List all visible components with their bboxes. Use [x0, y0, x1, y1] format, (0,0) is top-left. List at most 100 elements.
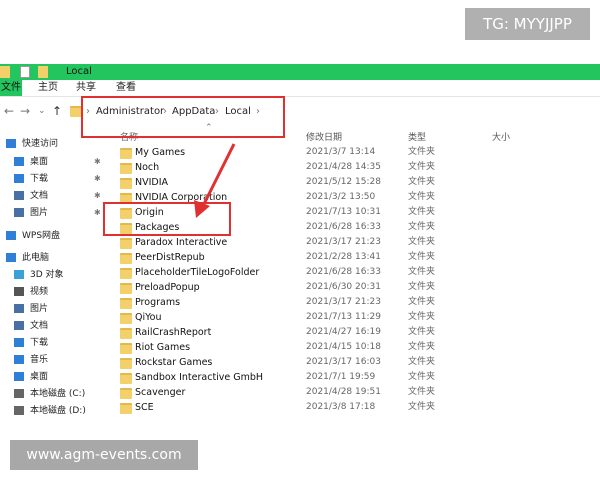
file-date: 2021/3/17 21:23	[306, 297, 381, 307]
file-type: 文件夹	[408, 372, 436, 382]
sidebar-item[interactable]: WPS网盘	[6, 228, 60, 244]
sidebar-item[interactable]: 下载	[14, 335, 48, 351]
tab-home[interactable]: 主页	[34, 80, 62, 96]
file-date: 2021/2/28 13:41	[306, 252, 381, 262]
sidebar-item[interactable]: 文档	[14, 318, 48, 334]
folder-icon	[120, 388, 132, 399]
title-bar: Local	[0, 64, 600, 80]
sidebar-item[interactable]: 桌面	[14, 154, 48, 170]
sidebar-item-label: 快速访问	[22, 139, 59, 149]
sidebar-item[interactable]: 图片	[14, 301, 48, 317]
file-name: Programs	[135, 297, 181, 308]
document-icon	[14, 321, 24, 330]
file-name: QiYou	[135, 312, 162, 323]
document-icon	[14, 191, 24, 200]
file-date: 2021/6/30 20:31	[306, 282, 381, 292]
file-row[interactable]: Paradox Interactive 2021/3/17 21:23 文件夹	[118, 235, 498, 250]
forward-arrow-icon[interactable]: →	[20, 104, 30, 118]
file-name: Riot Games	[135, 342, 191, 353]
sidebar-item[interactable]: 音乐	[14, 352, 48, 368]
file-row[interactable]: RailCrashReport 2021/4/27 16:19 文件夹	[118, 325, 498, 340]
file-row[interactable]: Rockstar Games 2021/3/17 16:03 文件夹	[118, 355, 498, 370]
file-row[interactable]: PlaceholderTileLogoFolder 2021/6/28 16:33…	[118, 265, 498, 280]
sidebar-item[interactable]: 3D 对象	[14, 267, 64, 283]
file-row[interactable]: PeerDistRepub 2021/2/28 13:41 文件夹	[118, 250, 498, 265]
sidebar-item-label: 文档	[30, 321, 49, 331]
download-icon	[14, 338, 24, 347]
recent-dropdown-icon[interactable]: ⌄	[38, 106, 46, 116]
sidebar-item-label: 桌面	[30, 372, 49, 382]
folder-icon	[38, 66, 48, 78]
file-date: 2021/5/12 15:28	[306, 177, 381, 187]
file-name: Scavenger	[135, 387, 186, 398]
file-type: 文件夹	[408, 327, 436, 337]
pin-icon: ✱	[94, 191, 101, 200]
file-row[interactable]: My Games 2021/3/7 13:14 文件夹	[118, 145, 498, 160]
file-name: PlaceholderTileLogoFolder	[135, 267, 260, 278]
column-date-header[interactable]: 修改日期	[306, 130, 342, 143]
sidebar-item-label: 3D 对象	[30, 270, 64, 280]
file-date: 2021/3/17 16:03	[306, 357, 381, 367]
watermark-top: TG: MYYJJPP	[465, 8, 590, 40]
file-row[interactable]: Scavenger 2021/4/28 19:51 文件夹	[118, 385, 498, 400]
folder-icon	[120, 178, 132, 189]
sidebar-item[interactable]: 文档	[14, 188, 48, 204]
sidebar-item[interactable]: 本地磁盘 (C:)	[14, 386, 85, 402]
file-type: 文件夹	[408, 387, 436, 397]
sidebar-item-label: 下载	[30, 338, 49, 348]
column-type-header[interactable]: 类型	[408, 130, 426, 143]
file-name: Paradox Interactive	[135, 237, 228, 248]
file-row[interactable]: Programs 2021/3/17 21:23 文件夹	[118, 295, 498, 310]
picture-icon	[14, 304, 24, 313]
column-size-header[interactable]: 大小	[492, 130, 510, 143]
folder-icon	[120, 298, 132, 309]
sidebar-item-label: WPS网盘	[22, 231, 61, 241]
sidebar-item[interactable]: 此电脑	[6, 250, 49, 266]
up-arrow-icon[interactable]: ↑	[52, 104, 62, 118]
file-row[interactable]: SCE 2021/3/8 17:18 文件夹	[118, 400, 498, 415]
sidebar-item[interactable]: 桌面	[14, 369, 48, 385]
file-row[interactable]: QiYou 2021/7/13 11:29 文件夹	[118, 310, 498, 325]
file-name: My Games	[135, 147, 186, 158]
sidebar-item-label: 本地磁盘 (C:)	[30, 389, 86, 399]
desktop-icon	[14, 372, 24, 381]
folder-icon	[120, 403, 132, 414]
sidebar-item-label: 图片	[30, 304, 49, 314]
tab-share[interactable]: 共享	[72, 80, 100, 96]
file-date: 2021/4/15 10:18	[306, 342, 381, 352]
file-type: 文件夹	[408, 147, 436, 157]
sidebar-item[interactable]: 视频	[14, 284, 48, 300]
checkbox-icon[interactable]	[20, 66, 30, 78]
file-type: 文件夹	[408, 237, 436, 247]
file-row[interactable]: NVIDIA 2021/5/12 15:28 文件夹	[118, 175, 498, 190]
file-type: 文件夹	[408, 342, 436, 352]
folder-icon	[120, 283, 132, 294]
sidebar-item[interactable]: 本地磁盘 (D:)	[14, 403, 86, 419]
file-type: 文件夹	[408, 177, 436, 187]
file-date: 2021/3/2 13:50	[306, 192, 376, 202]
file-row[interactable]: PreloadPopup 2021/6/30 20:31 文件夹	[118, 280, 498, 295]
sidebar-item[interactable]: 图片	[14, 205, 48, 221]
file-name: Sandbox Interactive GmbH	[135, 372, 264, 383]
sidebar-item-label: 文档	[30, 191, 49, 201]
tab-file[interactable]: 文件	[0, 80, 22, 96]
folder-icon	[120, 238, 132, 249]
back-arrow-icon[interactable]: ←	[4, 104, 14, 118]
window-title: Local	[66, 66, 92, 77]
file-row[interactable]: Riot Games 2021/4/15 10:18 文件夹	[118, 340, 498, 355]
download-icon	[14, 174, 24, 183]
file-type: 文件夹	[408, 402, 436, 412]
watermark-bottom: www.agm-events.com	[10, 440, 198, 470]
file-date: 2021/7/13 10:31	[306, 207, 381, 217]
file-name: Rockstar Games	[135, 357, 213, 368]
file-row[interactable]: Sandbox Interactive GmbH 2021/7/1 19:59 文件…	[118, 370, 498, 385]
file-type: 文件夹	[408, 162, 436, 172]
folder-icon	[120, 373, 132, 384]
sidebar-item[interactable]: 快速访问	[6, 136, 58, 152]
sidebar-item[interactable]: 下载	[14, 171, 48, 187]
file-name: RailCrashReport	[135, 327, 212, 338]
folder-icon	[120, 343, 132, 354]
sidebar-item-label: 音乐	[30, 355, 49, 365]
file-row[interactable]: Noch 2021/4/28 14:35 文件夹	[118, 160, 498, 175]
tab-view[interactable]: 查看	[112, 80, 140, 96]
